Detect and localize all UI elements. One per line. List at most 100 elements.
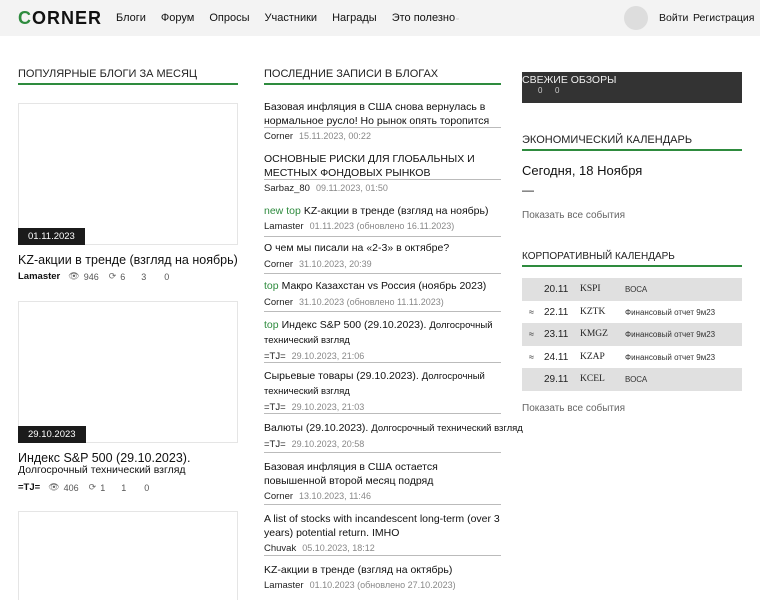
post-title[interactable]: KZ-акции в тренде (взгляд на октябрь) [264,563,501,577]
post-item[interactable]: О чем мы писали на «2-3» в октябре? Corn… [264,241,501,270]
post-title[interactable]: top Макро Казахстан vs Россия (ноябрь 202… [264,279,501,293]
date-badge: 29.10.2023 [18,426,86,443]
tag-top: top [286,205,301,217]
fresh-reviews-box[interactable]: СВЕЖИЕ ОБЗОРЫ 0 0 [522,72,742,103]
post-date: 05.10.2023, 18:12 [302,543,375,553]
post-author[interactable]: Corner [264,259,293,270]
corp-event: Финансовый отчет 9м23 [625,353,716,362]
post-item[interactable]: new top KZ-акции в тренде (взгляд на ноябр… [264,204,501,232]
eye-icon: 👁 [48,482,60,492]
post-item[interactable]: top Макро Казахстан vs Россия (ноябрь 202… [264,279,501,308]
post-item[interactable]: A list of stocks with incandescent long-… [264,512,501,554]
post-title[interactable]: Валюты (29.10.2023). Долгосрочный технич… [264,421,523,436]
post-author[interactable]: Corner [264,297,293,308]
post-date: 01.10.2023 (обновлено 27.10.2023) [309,580,456,590]
post-title[interactable]: Сырьевые товары (29.10.2023). Долгосрочн… [264,369,501,399]
blog-card-title[interactable]: KZ-акции в тренде (взгляд на ноябрь) [18,253,248,267]
post-title-text: Сырьевые товары (29.10.2023). [264,370,419,382]
post-author[interactable]: Sarbaz_80 [264,183,310,194]
divider [264,127,501,128]
corp-title: КОРПОРАТИВНЫЙ КАЛЕНДАРЬ [522,251,675,262]
blog-card-title[interactable]: Индекс S&P 500 (29.10.2023). [18,451,248,465]
post-date: 29.10.2023, 21:03 [291,402,365,412]
login-link[interactable]: Войти [659,12,688,24]
corp-date: 23.11 [544,329,569,340]
corp-ticker[interactable]: KCEL [580,374,605,384]
post-author[interactable]: Lamaster [264,580,304,591]
post-author[interactable]: Corner [264,491,293,502]
nav-useful[interactable]: Это полезно▫ [392,12,459,24]
post-meta: =TJ= 29.10.2023, 20:58 [264,439,501,450]
divider [264,179,501,180]
nav-blogs[interactable]: Блоги [116,12,146,24]
post-title[interactable]: Базовая инфляция в США остается повышенн… [264,460,501,488]
post-title-text: Валюты (29.10.2023). [264,422,369,434]
post-meta: Corner 13.10.2023, 11:46 [264,491,501,502]
author-name[interactable]: =TJ= [18,482,40,493]
post-date: 31.10.2023 (обновлено 11.11.2023) [299,297,444,307]
post-date: 15.11.2023, 00:22 [299,131,371,141]
corp-ticker[interactable]: KZAP [580,352,605,362]
corp-ticker[interactable]: KZTK [580,307,605,317]
nav-forum[interactable]: Форум [161,12,194,24]
corp-row[interactable]: ≈ 23.11 KMGZ Финансовый отчет 9м23 [522,323,742,346]
post-meta: Lamaster 01.10.2023 (обновлено 27.10.2023… [264,580,501,591]
post-meta: Sarbaz_80 09.11.2023, 01:50 [264,183,501,194]
post-title[interactable]: О чем мы писали на «2-3» в октябре? [264,241,501,255]
post-title[interactable]: top Индекс S&P 500 (29.10.2023). Долгосро… [264,318,501,348]
post-date: 29.10.2023, 21:06 [291,351,365,361]
blog-card-subtitle[interactable]: Долгосрочный технический взгляд [18,464,248,476]
avatar[interactable] [624,6,648,30]
corp-event: ВОСА [625,285,648,294]
post-item[interactable]: top Индекс S&P 500 (29.10.2023). Долгосро… [264,318,501,362]
blog-card-image[interactable] [18,511,238,600]
post-author[interactable]: =TJ= [264,402,286,413]
post-item[interactable]: KZ-акции в тренде (взгляд на октябрь) La… [264,563,501,591]
reposts-count: 6 [120,271,126,282]
post-author[interactable]: Corner [264,131,293,142]
post-author[interactable]: Lamaster [264,221,304,232]
corp-ticker[interactable]: KSPI [580,284,601,294]
reposts-count: 1 [100,482,106,493]
likes-count: 0 [144,482,150,493]
post-meta: Corner 15.11.2023, 00:22 [264,131,501,142]
post-title-text: Макро Казахстан vs Россия (ноябрь 2023) [281,280,487,292]
corp-date: 24.11 [544,352,569,363]
post-title-text: Индекс S&P 500 (29.10.2023). [281,319,427,331]
top-header: CORNER Блоги Форум Опросы Участники Нагр… [0,0,760,36]
corp-row[interactable]: ≈ 22.11 KZTK Финансовый отчет 9м23 [522,301,742,324]
register-link[interactable]: Регистрация [693,12,754,24]
nav-awards[interactable]: Награды [332,12,377,24]
post-item[interactable]: Базовая инфляция в США снова вернулась в… [264,100,501,142]
post-title[interactable]: A list of stocks with incandescent long-… [264,512,501,540]
blog-card-image[interactable] [18,301,238,443]
post-item[interactable]: Валюты (29.10.2023). Долгосрочный технич… [264,421,523,450]
corp-show-all-link[interactable]: Показать все события [522,403,625,414]
corp-row[interactable]: ≈ 24.11 KZAP Финансовый отчет 9м23 [522,346,742,369]
post-item[interactable]: ОСНОВНЫЕ РИСКИ ДЛЯ ГЛОБАЛЬНЫХ И МЕСТНЫХ … [264,152,501,194]
corp-underline [522,265,742,267]
post-item[interactable]: Сырьевые товары (29.10.2023). Долгосрочн… [264,369,501,413]
corp-row[interactable]: 29.11 KCEL ВОСА [522,368,742,391]
blog-card-image[interactable] [18,103,238,245]
post-title[interactable]: new top KZ-акции в тренде (взгляд на ноябр… [264,204,501,218]
views-count: 406 [63,482,79,493]
corp-row[interactable]: 20.11 KSPI ВОСА [522,278,742,301]
post-author[interactable]: Chuvak [264,543,296,554]
corp-date: 29.11 [544,374,569,385]
post-item[interactable]: Базовая инфляция в США остается повышенн… [264,460,501,502]
post-title[interactable]: ОСНОВНЫЕ РИСКИ ДЛЯ ГЛОБАЛЬНЫХ И МЕСТНЫХ … [264,152,501,180]
post-author[interactable]: =TJ= [264,351,286,362]
fresh-count-a: 0 [538,86,543,95]
site-logo[interactable]: CORNER [18,8,102,29]
nav-polls[interactable]: Опросы [209,12,249,24]
author-name[interactable]: Lamaster [18,271,60,282]
comments-count: 3 [141,271,147,282]
post-title[interactable]: Базовая инфляция в США снова вернулась в… [264,100,501,128]
nav-members[interactable]: Участники [265,12,318,24]
corp-ticker[interactable]: KMGZ [580,329,608,339]
post-meta: =TJ= 29.10.2023, 21:06 [264,351,501,362]
post-author[interactable]: =TJ= [264,439,286,450]
divider [264,236,501,237]
econ-show-all-link[interactable]: Показать все события [522,210,625,221]
